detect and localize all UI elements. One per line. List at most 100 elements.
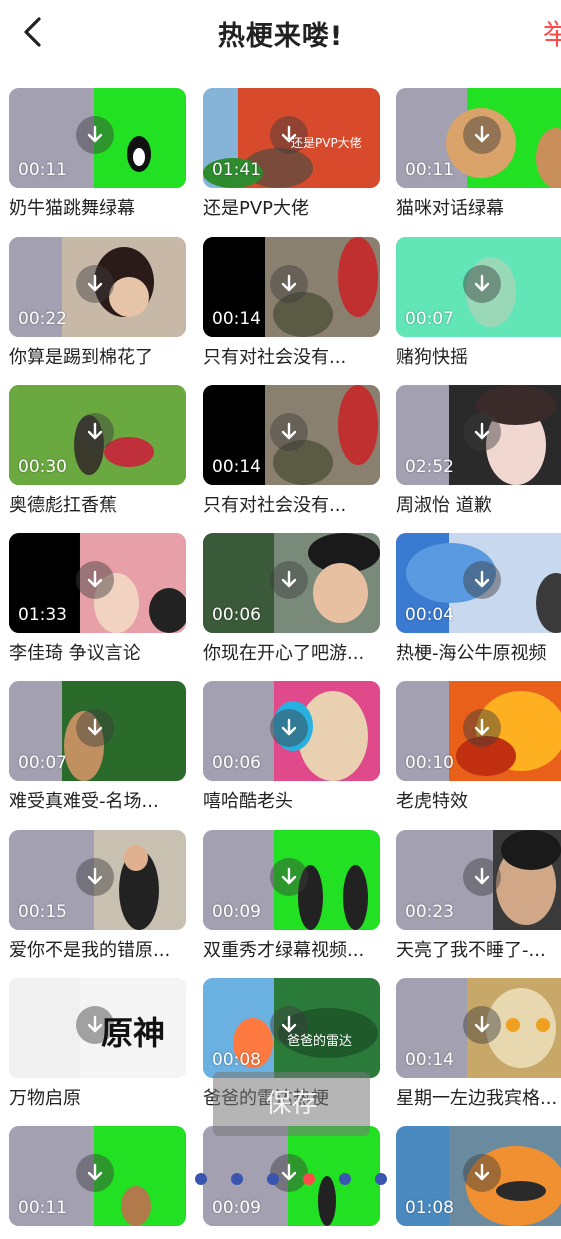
video-card[interactable]: 00:11 (9, 1126, 186, 1235)
loading-dot (339, 1173, 351, 1185)
loading-dot (231, 1173, 243, 1185)
video-thumbnail[interactable]: 00:14 (203, 385, 380, 485)
video-card[interactable]: 00:11 猫咪对话绿幕 (396, 88, 561, 221)
download-icon (474, 274, 490, 292)
video-thumbnail[interactable]: 02:52 (396, 385, 561, 485)
video-title: 只有对社会没有... (203, 347, 347, 368)
video-thumbnail[interactable]: 00:04 (396, 533, 561, 633)
thumbnail-overlay-text: 还是PVP大佬 (291, 136, 362, 150)
download-button[interactable] (463, 413, 501, 451)
download-icon (474, 125, 490, 143)
video-thumbnail[interactable]: 00:06 (203, 533, 380, 633)
video-thumbnail[interactable]: 原神 (9, 978, 186, 1078)
video-thumbnail[interactable]: 00:07 (396, 237, 561, 337)
video-duration: 00:11 (18, 1198, 67, 1218)
video-thumbnail[interactable]: 00:11 (9, 1126, 186, 1226)
download-icon (281, 867, 297, 885)
download-button[interactable] (76, 709, 114, 747)
download-icon (474, 1163, 490, 1181)
download-icon (474, 867, 490, 885)
download-button[interactable] (463, 858, 501, 896)
save-toast[interactable]: 保存 (213, 1072, 370, 1136)
video-card[interactable]: 02:52 周淑怡 道歉 (396, 385, 561, 518)
video-card[interactable]: 00:10 老虎特效 (396, 681, 561, 814)
download-icon (474, 570, 490, 588)
video-thumbnail[interactable]: 00:11 (396, 88, 561, 188)
video-title: 奥德彪扛香蕉 (9, 495, 117, 516)
video-card[interactable]: 00:22 你算是踢到棉花了 (9, 237, 186, 370)
video-thumbnail[interactable]: 00:06 (203, 681, 380, 781)
video-title: 天亮了我不睡了-... (396, 940, 546, 961)
video-thumbnail[interactable]: 00:11 (9, 88, 186, 188)
download-button[interactable] (76, 116, 114, 154)
video-card[interactable]: 00:09 双重秀才绿幕视频... (203, 830, 380, 963)
download-button[interactable] (76, 413, 114, 451)
download-button[interactable] (463, 709, 501, 747)
video-duration: 02:52 (405, 457, 454, 477)
video-duration: 01:08 (405, 1198, 454, 1218)
video-card[interactable]: 00:06 你现在开心了吧游... (203, 533, 380, 666)
video-thumbnail[interactable]: 00:22 (9, 237, 186, 337)
download-button[interactable] (463, 265, 501, 303)
loading-dots (195, 1173, 395, 1187)
download-button[interactable] (463, 561, 501, 599)
download-button[interactable] (270, 709, 308, 747)
video-card[interactable]: 01:33 李佳琦 争议言论 (9, 533, 186, 666)
video-duration: 00:11 (18, 160, 67, 180)
video-thumbnail[interactable]: 01:41 还是PVP大佬 (203, 88, 380, 188)
video-duration: 01:41 (212, 160, 261, 180)
download-button[interactable] (76, 1154, 114, 1192)
video-card[interactable]: 00:15 爱你不是我的错原... (9, 830, 186, 963)
video-title: 你算是踢到棉花了 (9, 347, 153, 368)
video-thumbnail[interactable]: 00:07 (9, 681, 186, 781)
video-title: 爱你不是我的错原... (9, 940, 171, 961)
download-icon (87, 125, 103, 143)
video-card[interactable]: 01:08 (396, 1126, 561, 1235)
video-card[interactable]: 00:23 天亮了我不睡了-... (396, 830, 561, 963)
video-card[interactable]: 00:14 星期一左边我宾格... (396, 978, 561, 1111)
download-button[interactable] (270, 265, 308, 303)
video-thumbnail[interactable]: 01:08 (396, 1126, 561, 1226)
download-button[interactable] (76, 561, 114, 599)
video-card[interactable]: 00:07 赌狗快摇 (396, 237, 561, 370)
video-card[interactable]: 原神 万物启原 (9, 978, 186, 1111)
video-thumbnail[interactable]: 00:15 (9, 830, 186, 930)
video-title: 赌狗快摇 (396, 347, 468, 368)
video-card[interactable]: 00:30 奥德彪扛香蕉 (9, 385, 186, 518)
download-button[interactable] (463, 1154, 501, 1192)
video-card[interactable]: 00:11 奶牛猫跳舞绿幕 (9, 88, 186, 221)
video-card[interactable]: 00:14 只有对社会没有... (203, 237, 380, 370)
download-button[interactable] (270, 413, 308, 451)
thumbnail-figure (536, 1018, 550, 1032)
loading-dot (375, 1173, 387, 1185)
download-button[interactable] (463, 1006, 501, 1044)
video-thumbnail[interactable]: 00:30 (9, 385, 186, 485)
video-card[interactable]: 00:07 难受真难受-名场... (9, 681, 186, 814)
download-icon (87, 422, 103, 440)
video-card[interactable]: 00:04 热梗-海公牛原视频 (396, 533, 561, 666)
download-icon (87, 1163, 103, 1181)
video-thumbnail[interactable]: 01:33 (9, 533, 186, 633)
download-button[interactable] (270, 561, 308, 599)
download-button[interactable] (76, 265, 114, 303)
video-thumbnail[interactable]: 00:14 (396, 978, 561, 1078)
download-button[interactable] (270, 858, 308, 896)
download-icon (87, 274, 103, 292)
video-card[interactable]: 00:06 嘻哈酷老头 (203, 681, 380, 814)
thumbnail-figure (506, 1018, 520, 1032)
video-thumbnail[interactable]: 00:23 (396, 830, 561, 930)
video-thumbnail[interactable]: 00:10 (396, 681, 561, 781)
thumbnail-figure (109, 277, 149, 317)
download-icon (281, 718, 297, 736)
video-thumbnail[interactable]: 00:14 (203, 237, 380, 337)
download-button[interactable] (76, 858, 114, 896)
video-card[interactable]: 01:41 还是PVP大佬 还是PVP大佬 (203, 88, 380, 221)
thumbnail-overlay-text: 爸爸的雷达 (287, 1034, 353, 1049)
download-icon (474, 718, 490, 736)
thumbnail-figure (149, 588, 186, 633)
video-thumbnail[interactable]: 00:08 爸爸的雷达 (203, 978, 380, 1078)
video-thumbnail[interactable]: 00:09 (203, 830, 380, 930)
thumbnail-figure (501, 830, 561, 870)
download-button[interactable] (463, 116, 501, 154)
video-card[interactable]: 00:14 只有对社会没有... (203, 385, 380, 518)
